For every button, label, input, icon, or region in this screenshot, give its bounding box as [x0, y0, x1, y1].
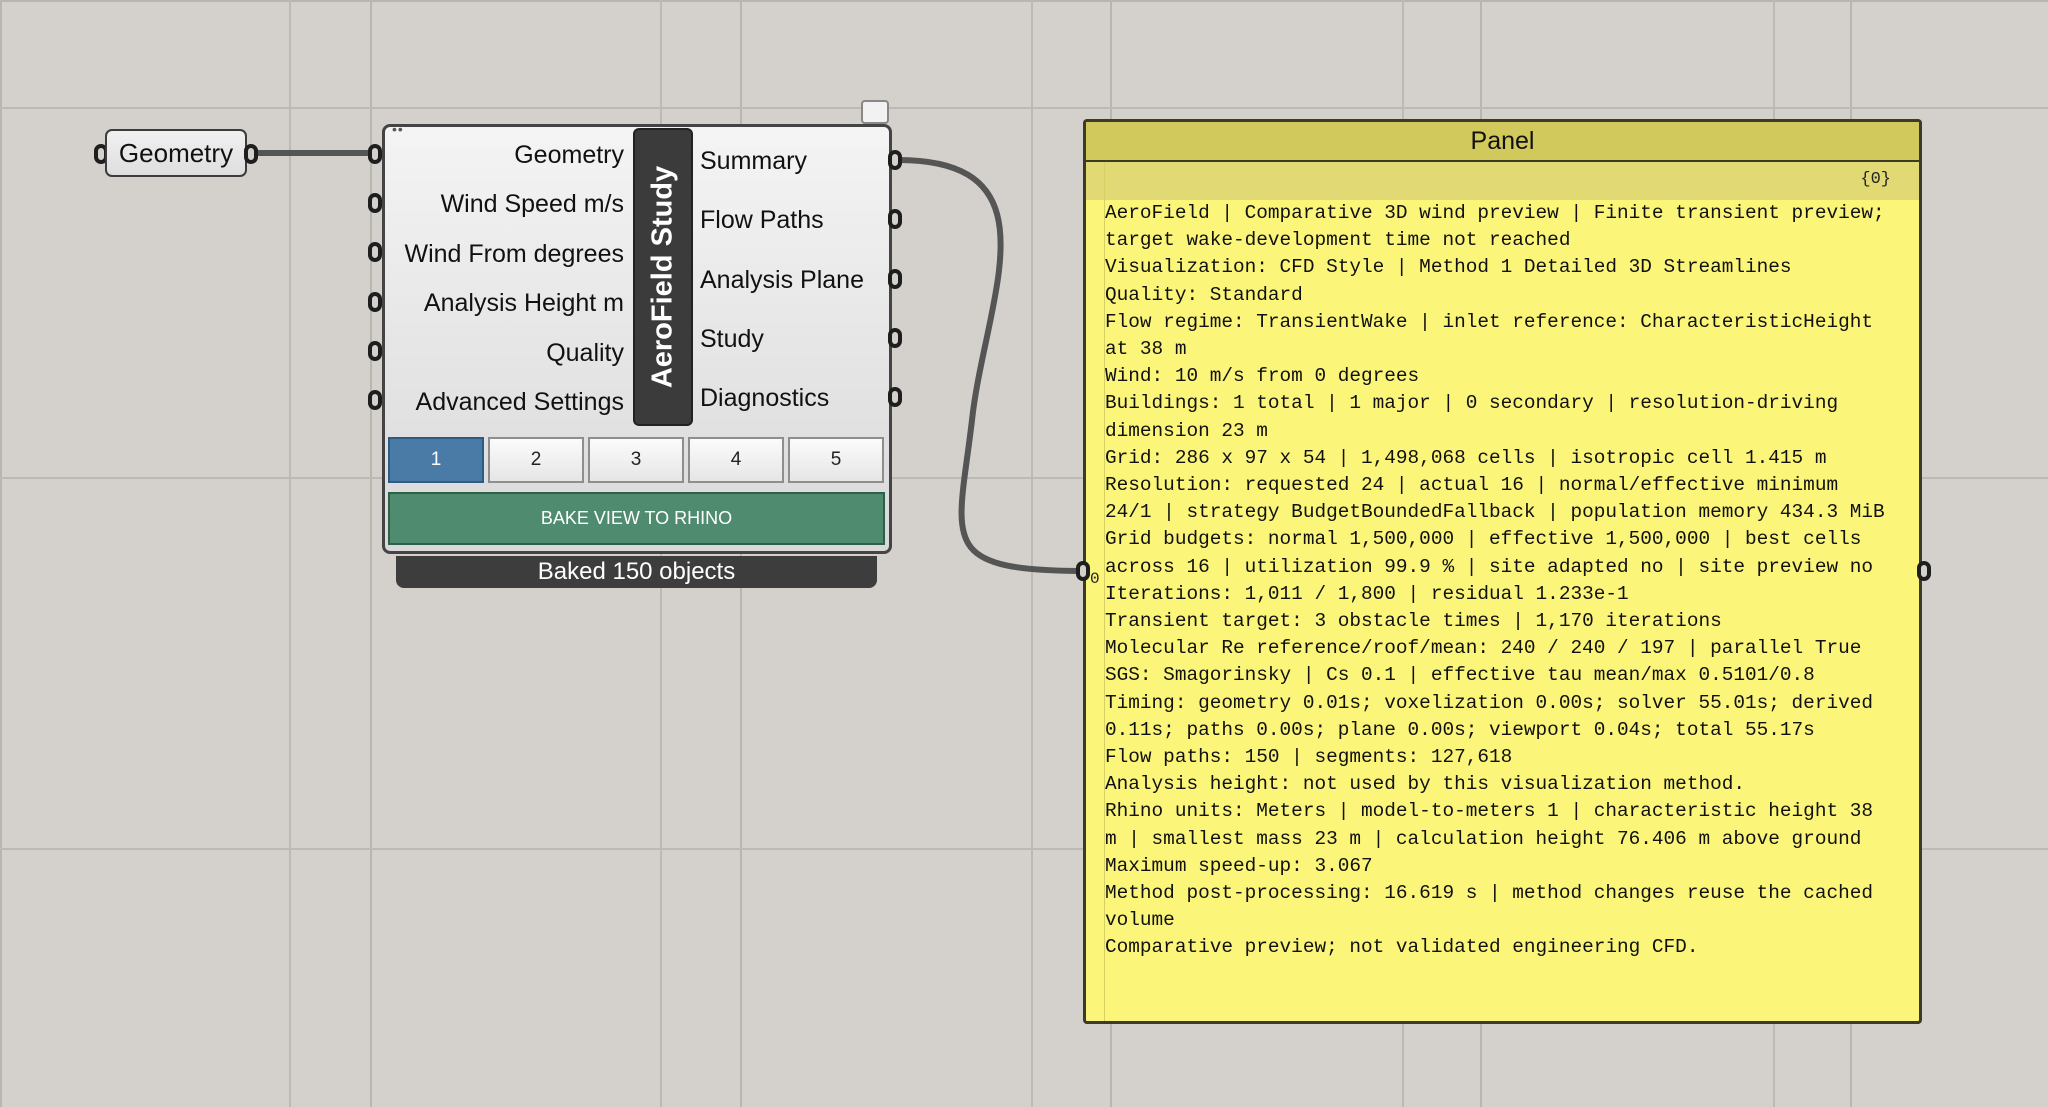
panel-line: Transient target: 3 obstacle times | 1,1… [1105, 610, 1722, 633]
input-grip-wind-speed[interactable] [368, 193, 382, 213]
tab-1[interactable]: 1 [388, 437, 484, 483]
panel-title[interactable]: Panel [1086, 122, 1919, 162]
component-title: AeroField Study [646, 165, 679, 389]
panel-content[interactable]: AeroField | Comparative 3D wind preview … [1105, 200, 1910, 962]
panel-line: Iterations: 1,011 / 1,800 | residual 1.2… [1105, 582, 1629, 605]
input-grip-wind-from[interactable] [368, 242, 382, 262]
output-label-summary: Summary [700, 147, 807, 175]
panel-path-bar [1086, 162, 1919, 200]
output-label-diagnostics: Diagnostics [700, 384, 830, 412]
tab-3[interactable]: 3 [588, 437, 684, 483]
input-grip-advanced-settings[interactable] [368, 390, 382, 410]
component-corner-dots: •• [392, 121, 404, 137]
panel-line: Flow paths: 150 | segments: 127,618 [1105, 746, 1513, 769]
input-grip-quality[interactable] [368, 341, 382, 361]
output-grip-analysis-plane[interactable] [888, 269, 902, 289]
panel-input-grip[interactable] [1076, 561, 1090, 581]
tab-5[interactable]: 5 [788, 437, 884, 483]
output-label-study: Study [700, 325, 764, 353]
panel-line: Flow regime: TransientWake | inlet refer… [1105, 310, 1873, 333]
panel-line: Method post-processing: 16.619 s | metho… [1105, 882, 1873, 905]
output-grip-study[interactable] [888, 328, 902, 348]
geometry-param[interactable]: Geometry [105, 129, 247, 177]
panel-line: dimension 23 m [1105, 419, 1268, 442]
output-grip-summary[interactable] [888, 150, 902, 170]
panel-item-index: 0 [1090, 570, 1100, 588]
panel-line: Wind: 10 m/s from 0 degrees [1105, 365, 1420, 388]
input-grip-analysis-height[interactable] [368, 292, 382, 312]
panel-line: across 16 | utilization 99.9 % | site ad… [1105, 555, 1873, 578]
output-label-analysis-plane: Analysis Plane [700, 266, 864, 294]
panel-line: Maximum speed-up: 3.067 [1105, 854, 1373, 877]
bake-view-button[interactable]: BAKE VIEW TO RHINO [388, 492, 885, 545]
panel-line: SGS: Smagorinsky | Cs 0.1 | effective ta… [1105, 664, 1815, 687]
output-grip-diagnostics[interactable] [888, 387, 902, 407]
param-output-grip[interactable] [244, 144, 258, 164]
input-label-wind-speed: Wind Speed m/s [440, 190, 624, 218]
panel-line: Timing: geometry 0.01s; voxelization 0.0… [1105, 691, 1873, 714]
panel-line: AeroField | Comparative 3D wind preview … [1105, 202, 1885, 224]
input-label-wind-from: Wind From degrees [404, 240, 624, 268]
panel-line: Resolution: requested 24 | actual 16 | n… [1105, 474, 1839, 497]
input-grip-geometry[interactable] [368, 144, 382, 164]
panel-line: Rhino units: Meters | model-to-meters 1 … [1105, 800, 1873, 823]
tab-2[interactable]: 2 [488, 437, 584, 483]
panel-line: Visualization: CFD Style | Method 1 Deta… [1105, 256, 1792, 279]
tab-4[interactable]: 4 [688, 437, 784, 483]
wire-summary-to-panel [897, 157, 1081, 574]
input-label-advanced-settings: Advanced Settings [415, 388, 624, 416]
panel-data-path: {0} [1860, 170, 1891, 189]
panel-line: Buildings: 1 total | 1 major | 0 seconda… [1105, 392, 1839, 415]
component-message-badge[interactable] [861, 100, 889, 124]
panel-line: Grid: 286 x 97 x 54 | 1,498,068 cells | … [1105, 446, 1827, 469]
panel-line: 0.11s; paths 0.00s; plane 0.00s; viewpor… [1105, 718, 1815, 741]
panel-line: Comparative preview; not validated engin… [1105, 936, 1699, 959]
panel-line: m | smallest mass 23 m | calculation hei… [1105, 827, 1862, 850]
panel-gutter [1086, 162, 1105, 1021]
input-label-analysis-height: Analysis Height m [423, 289, 624, 317]
geometry-param-label: Geometry [118, 137, 234, 168]
output-grip-flow-paths[interactable] [888, 209, 902, 229]
input-label-geometry: Geometry [514, 141, 624, 169]
panel-line: 24/1 | strategy BudgetBoundedFallback | … [1105, 501, 1885, 524]
output-label-flow-paths: Flow Paths [700, 206, 824, 234]
input-label-quality: Quality [546, 339, 624, 367]
panel-line: at 38 m [1105, 338, 1187, 361]
panel-line: Analysis height: not used by this visual… [1105, 773, 1745, 796]
panel-line: volume [1105, 909, 1175, 932]
panel-output-grip[interactable] [1917, 561, 1931, 581]
panel-line: Molecular Re reference/roof/mean: 240 / … [1105, 637, 1862, 660]
panel-line: Quality: Standard [1105, 283, 1303, 306]
status-message: Baked 150 objects [396, 556, 877, 588]
panel-line: Grid budgets: normal 1,500,000 | effecti… [1105, 528, 1862, 551]
panel-line: target wake-development time not reached [1105, 229, 1571, 252]
